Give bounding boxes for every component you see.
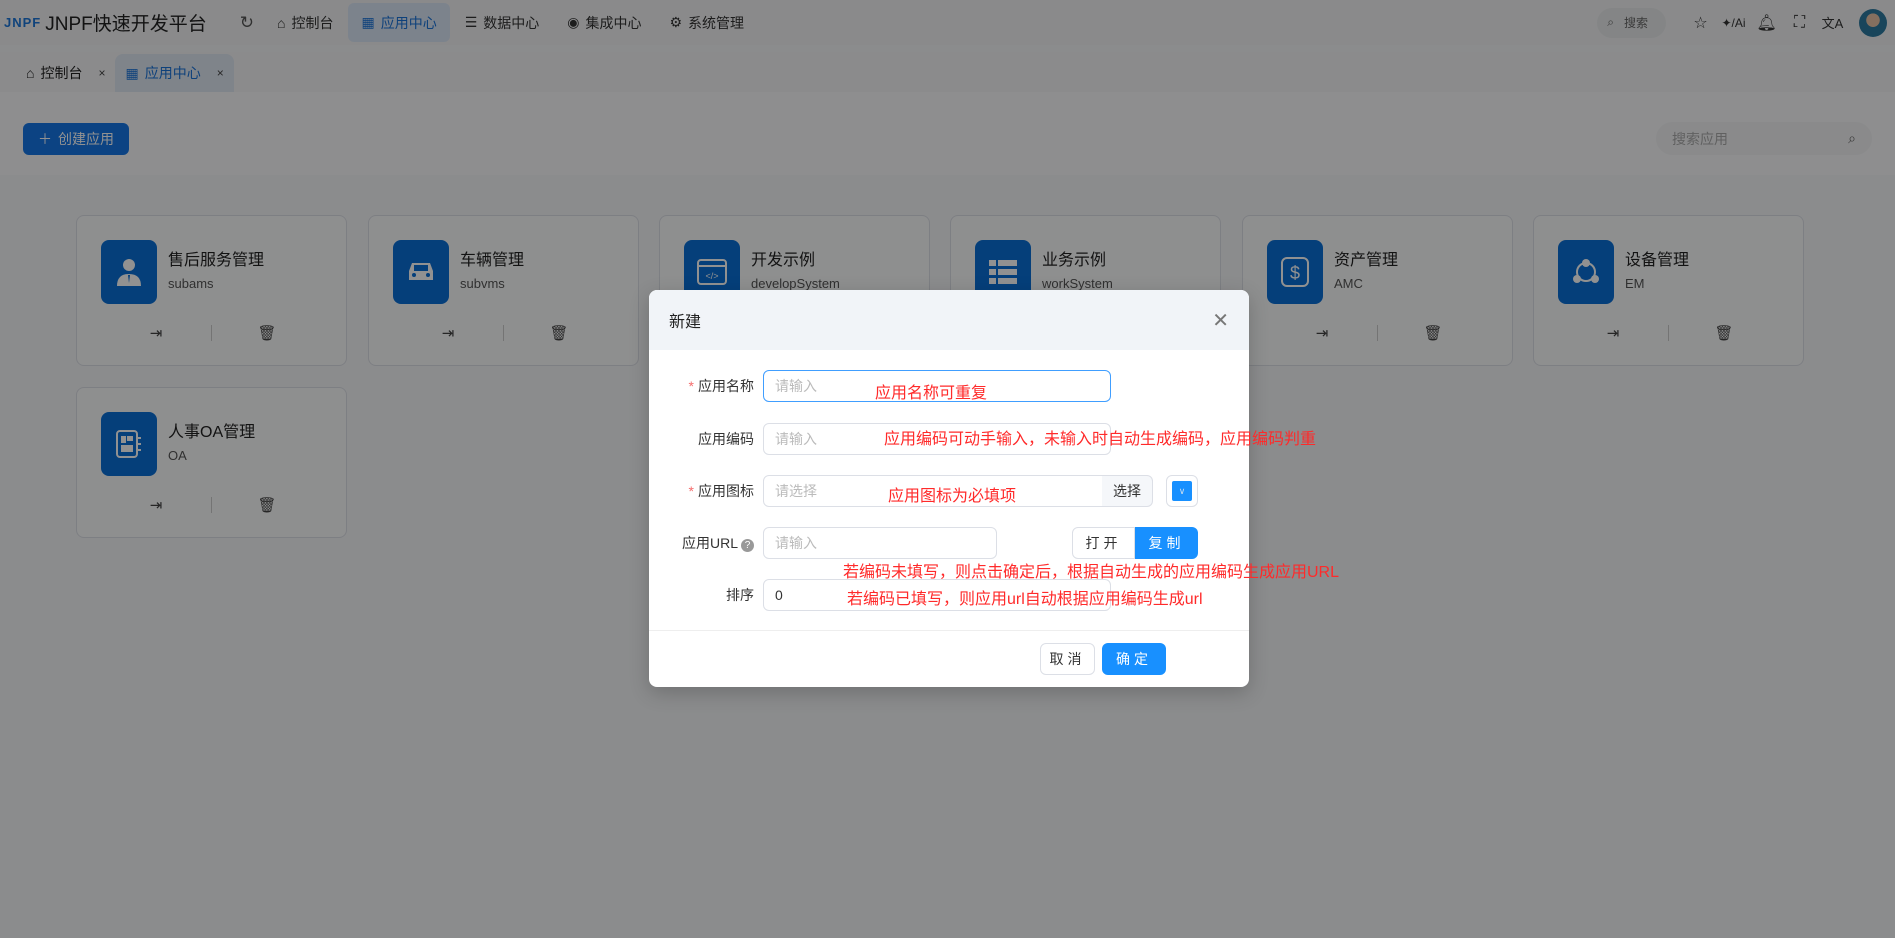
copy-url-button[interactable]: 复制 — [1135, 527, 1198, 559]
icon-color-picker[interactable]: ∨ — [1166, 475, 1198, 507]
placeholder: 请输入 — [775, 535, 817, 551]
field-app-url: 应用URL? 请输入 打开 复制 — [649, 527, 1249, 559]
annotation-name: 应用名称可重复 — [875, 385, 988, 402]
sort-value: 0 — [775, 587, 783, 603]
field-label: 应用URL — [681, 535, 738, 551]
required-mark: * — [688, 378, 694, 394]
annotation-icon: 应用图标为必填项 — [888, 488, 1017, 505]
confirm-button[interactable]: 确定 — [1102, 643, 1166, 675]
close-icon[interactable]: ✕ — [1212, 308, 1229, 333]
field-label: 排序 — [726, 587, 754, 603]
field-label: 应用名称 — [698, 378, 754, 394]
dialog-footer: 取消 确定 — [649, 630, 1249, 687]
placeholder: 请选择 — [775, 483, 817, 499]
placeholder: 请输入 — [775, 431, 817, 447]
dialog-title: 新建 — [669, 314, 702, 331]
annotation-code: 应用编码可动手输入，未输入时自动生成编码，应用编码判重 — [884, 431, 1317, 448]
field-label: 应用图标 — [698, 483, 754, 499]
app-url-input[interactable]: 请输入 — [763, 527, 997, 559]
field-label: 应用编码 — [698, 431, 754, 447]
placeholder: 请输入 — [775, 378, 817, 394]
required-mark: * — [688, 483, 694, 499]
help-icon[interactable]: ? — [741, 539, 754, 552]
annotation-url-2: 若编码已填写，则应用url自动根据应用编码生成url — [847, 591, 1203, 608]
open-url-button[interactable]: 打开 — [1072, 527, 1135, 559]
cancel-button[interactable]: 取消 — [1040, 643, 1095, 675]
annotation-url-1: 若编码未填写，则点击确定后，根据自动生成的应用编码生成应用URL — [843, 564, 1340, 581]
select-icon-button[interactable]: 选择 — [1102, 475, 1153, 507]
chevron-down-icon: ∨ — [1172, 481, 1192, 501]
